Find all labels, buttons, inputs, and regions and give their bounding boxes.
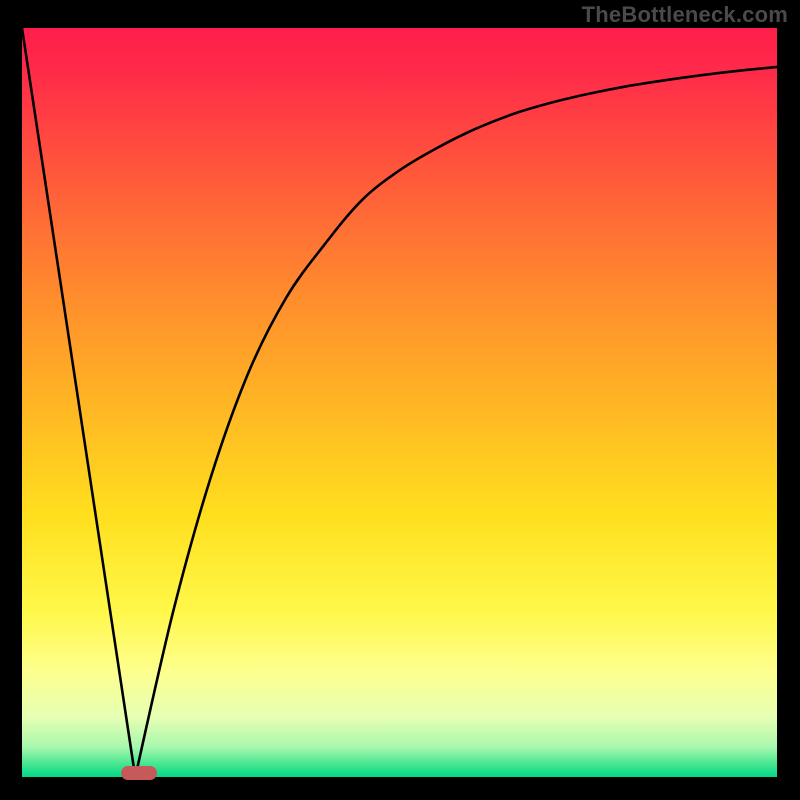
watermark-text: TheBottleneck.com: [582, 2, 788, 28]
optimal-point-marker: [121, 766, 157, 780]
chart-frame: TheBottleneck.com: [0, 0, 800, 800]
plot-area: [22, 28, 777, 777]
background-gradient: [22, 28, 777, 777]
